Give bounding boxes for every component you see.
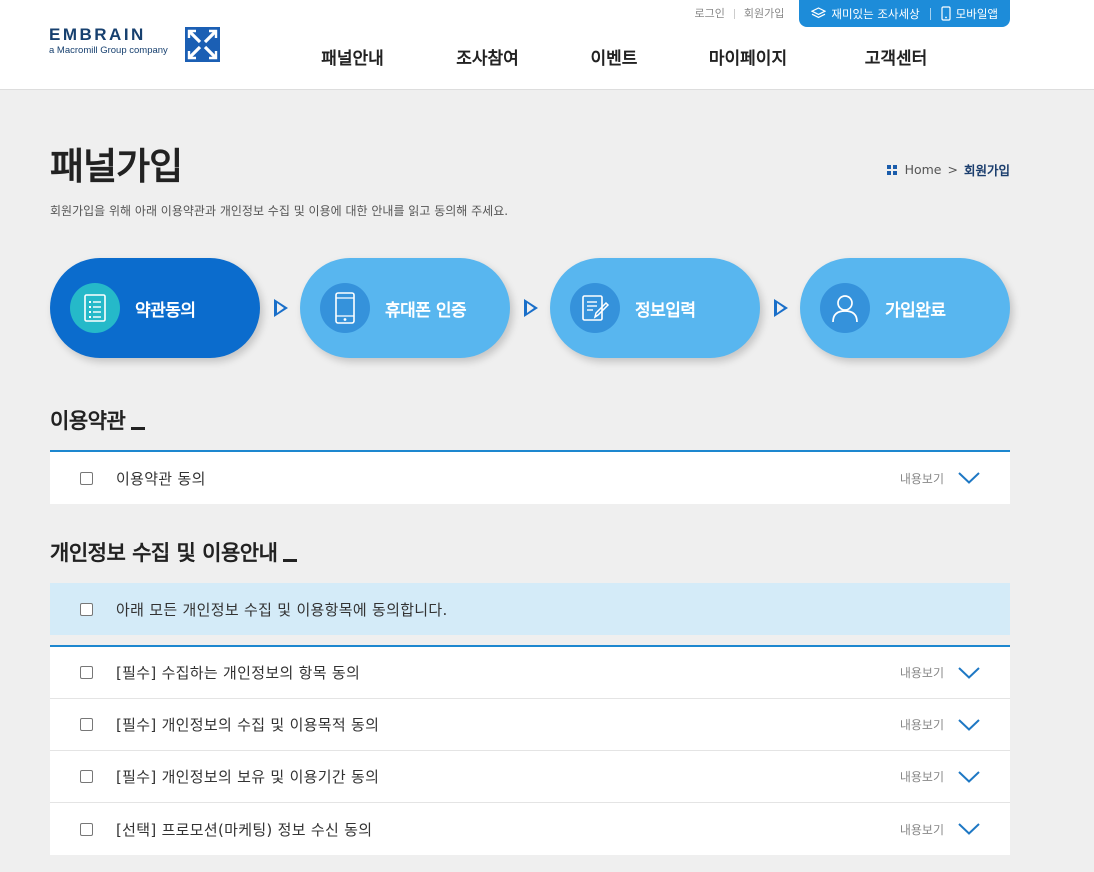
embrain-mark-icon <box>185 27 220 62</box>
nav-panel-info[interactable]: 패널안내 <box>286 44 419 69</box>
privacy-marketing-label: [선택] 프로모션(마케팅) 정보 수신 동의 <box>116 820 373 839</box>
embrain-logo[interactable]: EMBRAIN a Macromill Group company <box>49 25 168 57</box>
terms-checkbox[interactable] <box>80 471 93 485</box>
step-signup-complete: 가입완료 <box>800 258 1010 358</box>
privacy-row-retention: [필수] 개인정보의 보유 및 이용기간 동의 내용보기 <box>50 751 1010 803</box>
privacy-purpose-label: [필수] 개인정보의 수집 및 이용목적 동의 <box>116 716 380 734</box>
breadcrumb-home[interactable]: Home <box>905 162 942 177</box>
step-label: 정보입력 <box>635 300 696 321</box>
view-content-label: 내용보기 <box>899 770 944 784</box>
view-content-label: 내용보기 <box>899 666 944 680</box>
terms-section-title: 이용약관 <box>50 405 146 435</box>
breadcrumb-grid-icon <box>886 164 897 175</box>
privacy-section-title: 개인정보 수집 및 이용안내 <box>50 537 298 567</box>
privacy-row-purpose: [필수] 개인정보의 수집 및 이용목적 동의 내용보기 <box>50 699 1010 751</box>
view-content-label: 내용보기 <box>899 471 944 486</box>
privacy-retention-label: [필수] 개인정보의 보유 및 이용기간 동의 <box>116 768 380 786</box>
step-terms-agreement: 약관동의 <box>50 258 260 358</box>
chevron-down-icon <box>958 666 980 679</box>
login-link[interactable]: 로그인 <box>686 4 734 24</box>
page-description: 회원가입을 위해 아래 이용약관과 개인정보 수집 및 이용에 대한 안내를 읽… <box>50 204 509 218</box>
agree-all-checkbox[interactable] <box>80 602 93 616</box>
privacy-items-checkbox[interactable] <box>80 666 93 679</box>
smartphone-icon <box>320 283 370 333</box>
breadcrumb-current: 회원가입 <box>963 163 1010 178</box>
privacy-row-items: [필수] 수집하는 개인정보의 항목 동의 내용보기 <box>50 647 1010 699</box>
title-dash <box>283 559 298 562</box>
nav-event[interactable]: 이벤트 <box>556 44 672 69</box>
agree-all-label: 아래 모든 개인정보 수집 및 이용항목에 동의합니다. <box>116 600 448 619</box>
signup-link[interactable]: 회원가입 <box>735 4 793 24</box>
breadcrumb-separator: > <box>947 162 958 177</box>
chevron-down-icon <box>958 472 980 484</box>
privacy-marketing-checkbox[interactable] <box>80 822 93 836</box>
privacy-items-label: [필수] 수집하는 개인정보의 항목 동의 <box>116 664 361 682</box>
layers-icon <box>811 7 827 19</box>
privacy-purpose-checkbox[interactable] <box>80 718 93 731</box>
document-list-icon <box>70 283 120 333</box>
nav-customer-center[interactable]: 고객센터 <box>824 44 968 69</box>
view-content-button[interactable]: 내용보기 <box>900 470 980 487</box>
step-arrow-icon <box>524 299 538 317</box>
page-title: 패널가입 <box>50 145 183 188</box>
agree-all-row: 아래 모든 개인정보 수집 및 이용항목에 동의합니다. <box>50 583 1010 635</box>
nav-survey[interactable]: 조사참여 <box>419 44 556 69</box>
signup-steps: 약관동의 휴대폰 인증 정보입력 가입완료 <box>50 258 1010 358</box>
logo-tagline: a Macromill Group company <box>49 45 168 56</box>
fun-survey-label: 재미있는 조사세상 <box>831 6 920 21</box>
step-phone-verification: 휴대폰 인증 <box>300 258 510 358</box>
view-content-button[interactable]: 내용보기 <box>900 664 980 681</box>
main-nav: 패널안내 조사참여 이벤트 마이페이지 고객센터 <box>286 44 968 69</box>
terms-section-title-text: 이용약관 <box>50 409 126 433</box>
view-content-label: 내용보기 <box>899 822 944 837</box>
terms-box: 이용약관 동의 내용보기 <box>50 450 1010 504</box>
chevron-down-icon <box>958 718 980 731</box>
chevron-down-icon <box>958 823 980 835</box>
view-content-label: 내용보기 <box>899 718 944 732</box>
step-label: 휴대폰 인증 <box>385 300 467 321</box>
terms-row: 이용약관 동의 내용보기 <box>50 452 1010 504</box>
view-content-button[interactable]: 내용보기 <box>900 716 980 733</box>
step-label: 약관동의 <box>135 300 196 321</box>
step-arrow-icon <box>774 299 788 317</box>
step-info-input: 정보입력 <box>550 258 760 358</box>
mobile-app-label: 모바일앱 <box>955 6 998 21</box>
step-label: 가입완료 <box>885 300 946 321</box>
step-arrow-icon <box>274 299 288 317</box>
nav-mypage[interactable]: 마이페이지 <box>672 44 824 69</box>
user-icon <box>820 283 870 333</box>
privacy-retention-checkbox[interactable] <box>80 770 93 783</box>
privacy-row-marketing: [선택] 프로모션(마케팅) 정보 수신 동의 내용보기 <box>50 803 1010 855</box>
fun-survey-link[interactable]: 재미있는 조사세상 <box>811 6 920 22</box>
edit-document-icon <box>570 283 620 333</box>
mobile-app-link[interactable]: 모바일앱 <box>941 6 998 22</box>
privacy-box: [필수] 수집하는 개인정보의 항목 동의 내용보기 [필수] 개인정보의 수집… <box>50 645 1010 855</box>
chevron-down-icon <box>958 770 980 783</box>
view-content-button[interactable]: 내용보기 <box>900 821 980 838</box>
mobile-icon <box>941 6 951 21</box>
utility-bar: 로그인 회원가입 재미있는 조사세상 모바일앱 <box>686 0 1010 27</box>
site-header: EMBRAIN a Macromill Group company 로그인 회원… <box>0 0 1094 90</box>
terms-label: 이용약관 동의 <box>116 469 206 488</box>
privacy-section-title-text: 개인정보 수집 및 이용안내 <box>50 541 278 565</box>
view-content-button[interactable]: 내용보기 <box>900 768 980 785</box>
util-pill: 재미있는 조사세상 모바일앱 <box>799 0 1010 27</box>
util-pill-divider <box>929 7 931 20</box>
breadcrumb: Home > 회원가입 <box>886 160 1010 179</box>
title-dash <box>131 427 146 430</box>
logo-wordmark: EMBRAIN <box>49 25 146 44</box>
